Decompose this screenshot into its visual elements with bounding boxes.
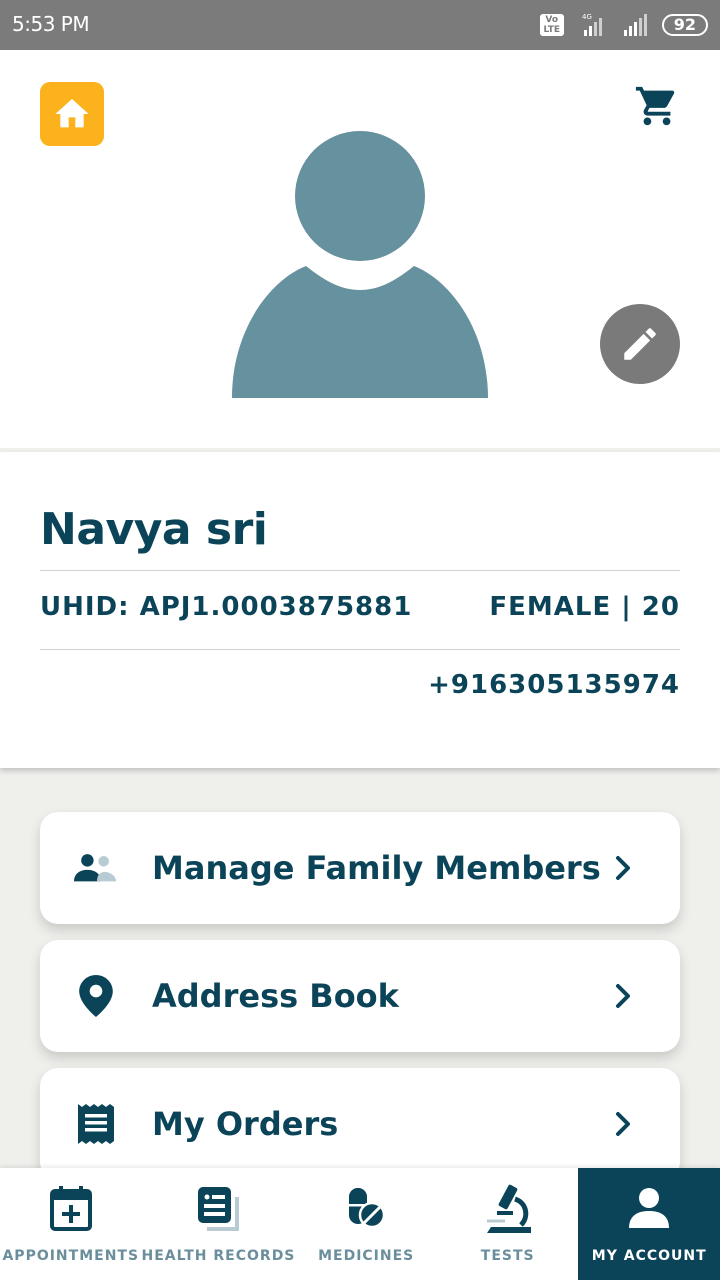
uhid-text: UHID: APJ1.0003875881 — [40, 592, 413, 622]
menu-label: My Orders — [152, 1105, 339, 1143]
gender-age-text: FEMALE | 20 — [489, 592, 680, 622]
signal-icon — [623, 14, 647, 36]
menu-label: Address Book — [152, 977, 399, 1015]
cart-button[interactable] — [632, 82, 682, 130]
records-icon — [194, 1184, 242, 1232]
address-book-item[interactable]: Address Book — [40, 940, 680, 1052]
receipt-icon — [74, 1102, 118, 1146]
cart-icon — [635, 86, 675, 126]
nav-health-records[interactable]: HEALTH RECORDS — [142, 1168, 296, 1280]
signal-4g-icon: 4G — [582, 13, 602, 36]
microscope-icon — [484, 1184, 532, 1233]
nav-medicines[interactable]: MEDICINES — [295, 1168, 437, 1280]
home-button[interactable] — [40, 82, 104, 146]
edit-profile-button[interactable] — [600, 304, 680, 384]
chevron-right-icon — [616, 984, 630, 1008]
divider — [40, 649, 680, 650]
divider — [40, 570, 680, 571]
status-icons: Vo LTE 4G 92 — [539, 12, 708, 38]
battery-indicator: 92 — [661, 14, 708, 36]
location-pin-icon — [74, 974, 118, 1018]
nav-label: APPOINTMENTS — [2, 1248, 140, 1264]
chevron-right-icon — [616, 1112, 630, 1136]
nav-label: MY ACCOUNT — [591, 1248, 707, 1264]
status-bar: 5:53 PM Vo LTE 4G 92 — [0, 0, 720, 50]
calendar-plus-icon — [47, 1184, 95, 1232]
bottom-navigation: APPOINTMENTS HEALTH RECORDS MEDICINES TE… — [0, 1168, 720, 1280]
profile-header — [0, 50, 720, 448]
my-orders-item[interactable]: My Orders — [40, 1068, 680, 1180]
avatar-placeholder — [232, 131, 488, 398]
nav-label: MEDICINES — [318, 1248, 415, 1264]
user-icon — [625, 1184, 673, 1232]
pills-icon — [342, 1184, 390, 1232]
menu-label: Manage Family Members — [152, 849, 601, 887]
profile-name: Navya sri — [40, 504, 268, 555]
nav-my-account[interactable]: MY ACCOUNT — [578, 1168, 720, 1280]
network-label: 4G — [582, 13, 592, 21]
nav-tests[interactable]: TESTS — [437, 1168, 579, 1280]
nav-label: HEALTH RECORDS — [141, 1248, 296, 1264]
status-time: 5:53 PM — [12, 12, 90, 36]
manage-family-members-item[interactable]: Manage Family Members — [40, 812, 680, 924]
profile-card: Navya sri UHID: APJ1.0003875881 FEMALE |… — [0, 452, 720, 768]
nav-label: TESTS — [480, 1248, 535, 1264]
phone-number: +916305135974 — [428, 670, 680, 700]
chevron-right-icon — [616, 856, 630, 880]
volte-icon: Vo LTE — [539, 14, 564, 36]
home-icon — [55, 99, 89, 128]
family-icon — [74, 846, 118, 890]
nav-appointments[interactable]: APPOINTMENTS — [0, 1168, 142, 1280]
pencil-icon — [624, 328, 656, 360]
